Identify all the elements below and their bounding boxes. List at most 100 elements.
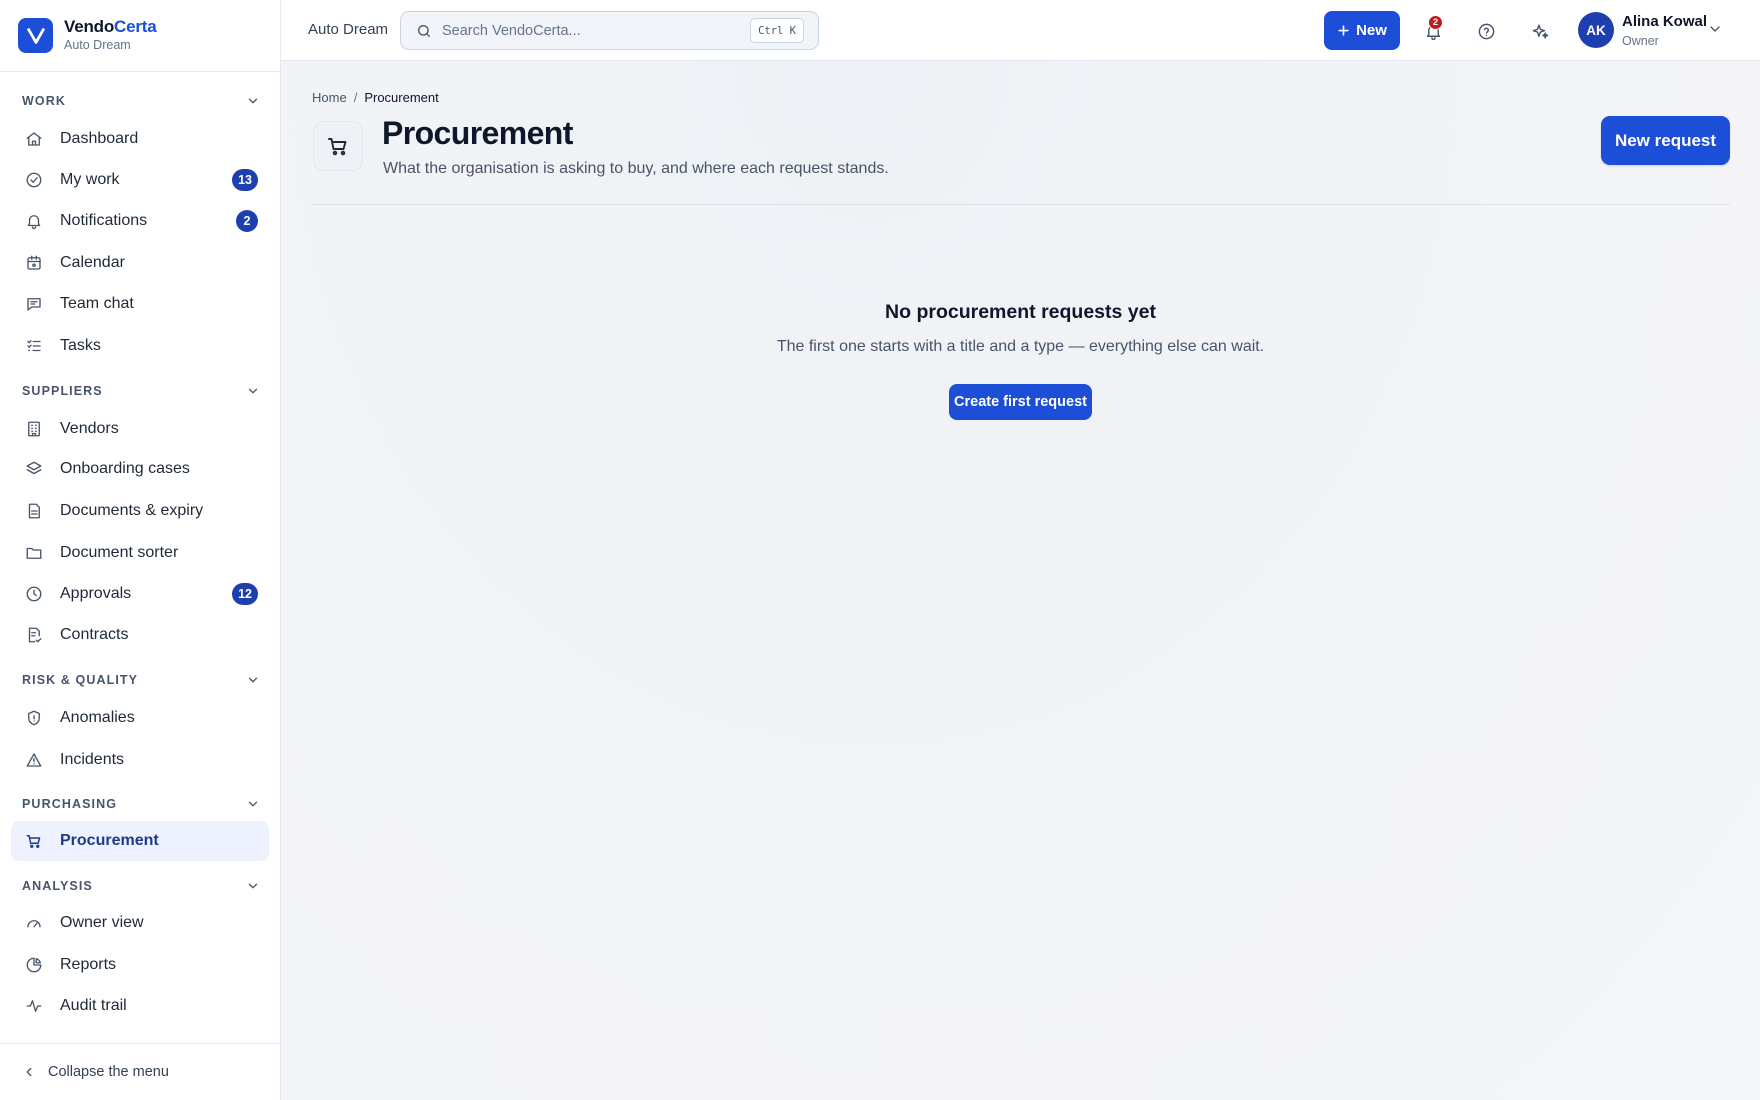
breadcrumb-current: Procurement [364,90,439,105]
sidebar-item-vendors[interactable]: Vendors [11,409,269,449]
section-title: WORK [22,94,66,108]
section-analysis[interactable]: ANALYSIS [22,876,260,896]
section-purchasing[interactable]: PURCHASING [22,794,260,814]
sidebar-item-label: Calendar [60,254,125,271]
building-icon [28,421,40,437]
activity-icon [26,1000,42,1012]
sidebar-item-procurement[interactable]: Procurement [11,821,269,861]
breadcrumb-home[interactable]: Home [312,90,347,105]
count-badge: 12 [232,583,258,605]
sidebar-item-label: Owner view [60,914,144,931]
section-title: PURCHASING [22,797,118,811]
avatar[interactable]: AK [1578,12,1614,48]
new-request-button[interactable]: New request [1601,116,1730,165]
page-title: Procurement [382,115,573,151]
chevron-down-icon [248,98,258,104]
search-input[interactable] [442,22,732,39]
org-switcher[interactable]: Auto Dream [308,21,388,38]
help-circle-icon [1478,23,1494,39]
chevron-down-icon [248,801,258,807]
page-subtitle: What the organisation is asking to buy, … [383,160,889,177]
user-name[interactable]: Alina Kowal [1622,13,1707,30]
sidebar: VendoCerta Auto Dream WORK Dashboard My … [0,0,281,1100]
brand-header[interactable]: VendoCerta Auto Dream [0,0,280,72]
search-box[interactable]: Ctrl K [400,11,819,50]
search-shortcut: Ctrl K [750,18,804,43]
collapse-menu-label: Collapse the menu [48,1064,169,1080]
sidebar-item-notifications[interactable]: Notifications 2 [11,201,269,241]
collapse-menu-button[interactable]: Collapse the menu [0,1043,280,1100]
document-icon [28,503,40,519]
sidebar-item-label: Notifications [60,212,148,229]
folder-icon [26,547,42,559]
shield-icon [28,710,40,726]
breadcrumb: Home / Procurement [312,90,439,105]
layers-icon [26,461,42,475]
sidebar-item-reports[interactable]: Reports [11,945,269,985]
sidebar-item-label: Incidents [60,751,125,768]
assistant-button[interactable] [1528,19,1552,43]
chevron-down-icon [248,388,258,394]
notification-count-badge: 2 [1428,15,1443,30]
sidebar-item-label: Dashboard [60,130,139,147]
sidebar-item-label: Vendors [60,420,119,437]
sidebar-item-label: Document sorter [60,544,179,561]
count-badge: 13 [232,169,258,191]
home-icon [26,132,42,146]
main-content: Home / Procurement Procurement What the … [281,61,1760,1100]
breadcrumb-separator: / [353,90,358,105]
help-button[interactable] [1474,19,1498,43]
sidebar-item-contracts[interactable]: Contracts [11,615,269,655]
chevron-left-icon [26,1067,32,1077]
chevron-down-icon [248,883,258,889]
sidebar-item-label: Tasks [60,337,101,354]
empty-state-title: No procurement requests yet [885,301,1156,323]
sidebar-item-my-work[interactable]: My work 13 [11,160,269,200]
sidebar-item-dashboard[interactable]: Dashboard [11,119,269,159]
sidebar-item-label: Documents & expiry [60,502,204,519]
section-title: ANALYSIS [22,879,93,893]
chat-icon [27,298,41,311]
count-badge: 2 [236,210,258,232]
sidebar-item-label: Anomalies [60,709,135,726]
gauge-icon [27,920,41,928]
user-role: Owner [1622,34,1659,48]
search-icon [418,24,430,37]
sparkles-icon [1532,23,1548,39]
sidebar-item-document-sorter[interactable]: Document sorter [11,533,269,573]
new-button[interactable]: New [1324,11,1400,50]
sidebar-item-tasks[interactable]: Tasks [11,326,269,366]
cart-icon [313,121,363,171]
section-suppliers[interactable]: SUPPLIERS [22,381,260,401]
header-divider [312,204,1730,205]
sidebar-item-calendar[interactable]: Calendar [11,243,269,283]
sidebar-item-team-chat[interactable]: Team chat [11,284,269,324]
cart-icon [26,835,41,848]
brand-name: VendoCerta [64,17,157,36]
section-work[interactable]: WORK [22,91,260,111]
sidebar-item-documents-expiry[interactable]: Documents & expiry [11,491,269,531]
sidebar-item-anomalies[interactable]: Anomalies [11,698,269,738]
chevron-down-icon[interactable] [1707,21,1723,37]
warning-icon [26,753,42,767]
sidebar-item-label: Reports [60,956,117,973]
clock-icon [26,586,42,602]
sidebar-item-label: Onboarding cases [60,460,190,477]
sidebar-item-owner-view[interactable]: Owner view [11,903,269,943]
sidebar-item-label: Approvals [60,585,132,602]
sidebar-item-label: Contracts [60,626,129,643]
sidebar-item-audit-trail[interactable]: Audit trail [11,986,269,1026]
create-first-request-button[interactable]: Create first request [949,384,1092,420]
sidebar-item-onboarding-cases[interactable]: Onboarding cases [11,449,269,489]
section-title: RISK & QUALITY [22,673,139,687]
brand-org: Auto Dream [64,38,131,52]
top-bar: Auto Dream Ctrl K New 2 AK Alina Kowal O… [281,0,1760,61]
check-logo-icon [18,18,53,53]
sidebar-item-incidents[interactable]: Incidents [11,740,269,780]
bell-icon [27,215,41,230]
sidebar-item-label: Procurement [60,832,159,849]
section-title: SUPPLIERS [22,384,103,398]
section-risk-quality[interactable]: RISK & QUALITY [22,670,260,690]
sidebar-item-approvals[interactable]: Approvals 12 [11,574,269,614]
sidebar-item-label: Team chat [60,295,134,312]
